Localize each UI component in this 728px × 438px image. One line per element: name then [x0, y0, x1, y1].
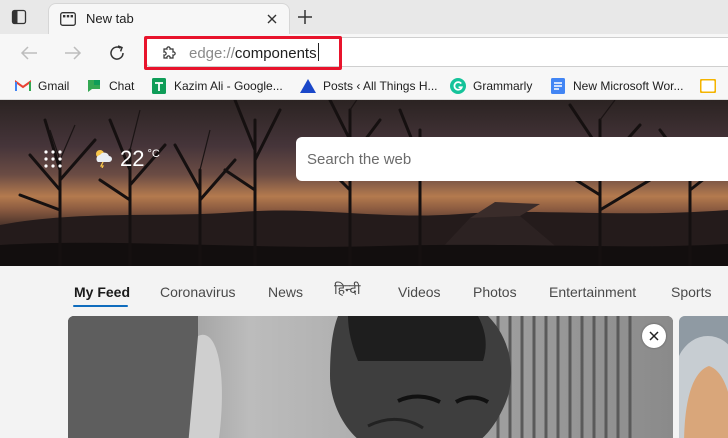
new-tab-button[interactable]: [294, 6, 316, 28]
hero-background: 22 °C: [0, 100, 728, 266]
news-card-image: [68, 316, 673, 438]
close-icon: [649, 331, 659, 341]
new-tab-page-icon: [60, 12, 76, 26]
web-search-box[interactable]: [296, 137, 728, 181]
tab-hindi[interactable]: हिन्दी: [334, 280, 360, 299]
chat-icon: [86, 78, 102, 94]
partly-cloudy-storm-icon: [96, 150, 112, 168]
bookmark-grammarly[interactable]: Grammarly: [450, 77, 532, 95]
search-input[interactable]: [296, 137, 728, 181]
tab-sports[interactable]: Sports: [671, 284, 711, 300]
forward-button[interactable]: [62, 42, 84, 64]
tab-close-button[interactable]: [263, 10, 281, 28]
news-feed: My Feed Coronavirus News हिन्दी Videos P…: [0, 266, 728, 438]
bookmark-docs[interactable]: New Microsoft Wor...: [550, 77, 683, 95]
bookmarks-bar: Gmail Chat Kazim Ali - Google... Posts ‹…: [0, 72, 728, 100]
bookmark-sheets[interactable]: Kazim Ali - Google...: [151, 77, 283, 95]
back-button[interactable]: [18, 42, 40, 64]
back-arrow-icon: [20, 46, 37, 60]
browser-toolbar: edge://components: [0, 34, 728, 72]
folder-icon: [700, 78, 716, 94]
sheets-icon: [151, 78, 167, 94]
refresh-button[interactable]: [106, 42, 128, 64]
tab-videos[interactable]: Videos: [398, 284, 441, 300]
grid-dots-icon: [44, 150, 62, 168]
close-icon: [267, 14, 277, 24]
bookmark-label: Gmail: [38, 79, 70, 93]
bookmark-overflow-item[interactable]: [700, 77, 723, 95]
refresh-icon: [110, 45, 124, 60]
highlight-annotation: [144, 36, 342, 70]
news-card[interactable]: [68, 316, 673, 438]
bookmark-label: Grammarly: [473, 79, 533, 93]
tab-photos[interactable]: Photos: [473, 284, 517, 300]
bookmark-chat[interactable]: Chat: [86, 77, 134, 95]
tab-title: New tab: [86, 11, 134, 26]
active-tab-indicator: [73, 305, 128, 307]
weather-unit: °C: [147, 148, 160, 160]
tab-strip: New tab: [0, 0, 728, 34]
tab-entertainment[interactable]: Entertainment: [549, 284, 636, 300]
apps-launcher-button[interactable]: [44, 150, 62, 168]
browser-window: New tab edge://components Gmail Chat Kaz…: [0, 0, 728, 438]
tab-new-tab[interactable]: New tab: [48, 3, 290, 34]
tab-actions-button[interactable]: [8, 7, 30, 27]
card-dismiss-button[interactable]: [642, 324, 666, 348]
bookmark-posts[interactable]: Posts ‹ All Things H...: [300, 77, 438, 95]
grammarly-icon: [450, 78, 466, 94]
weather-temperature: 22: [120, 146, 145, 171]
tab-actions-icon: [11, 9, 27, 25]
tab-my-feed[interactable]: My Feed: [74, 284, 130, 300]
news-card-secondary[interactable]: [679, 316, 728, 438]
bookmark-label: Posts ‹ All Things H...: [323, 79, 438, 93]
docs-icon: [550, 78, 566, 94]
gmail-icon: [15, 78, 31, 94]
triangle-icon: [300, 78, 316, 94]
forward-arrow-icon: [65, 46, 82, 60]
bookmark-label: Kazim Ali - Google...: [174, 79, 283, 93]
bookmark-gmail[interactable]: Gmail: [15, 77, 69, 95]
landscape-image: [0, 100, 728, 266]
bookmark-label: Chat: [109, 79, 135, 93]
bookmark-label: New Microsoft Wor...: [573, 79, 684, 93]
feed-navigation: My Feed Coronavirus News हिन्दी Videos P…: [0, 266, 728, 314]
tab-news[interactable]: News: [268, 284, 303, 300]
plus-icon: [298, 10, 312, 24]
tab-coronavirus[interactable]: Coronavirus: [160, 284, 235, 300]
weather-widget[interactable]: 22 °C: [92, 146, 160, 172]
news-card-image: [679, 316, 728, 438]
